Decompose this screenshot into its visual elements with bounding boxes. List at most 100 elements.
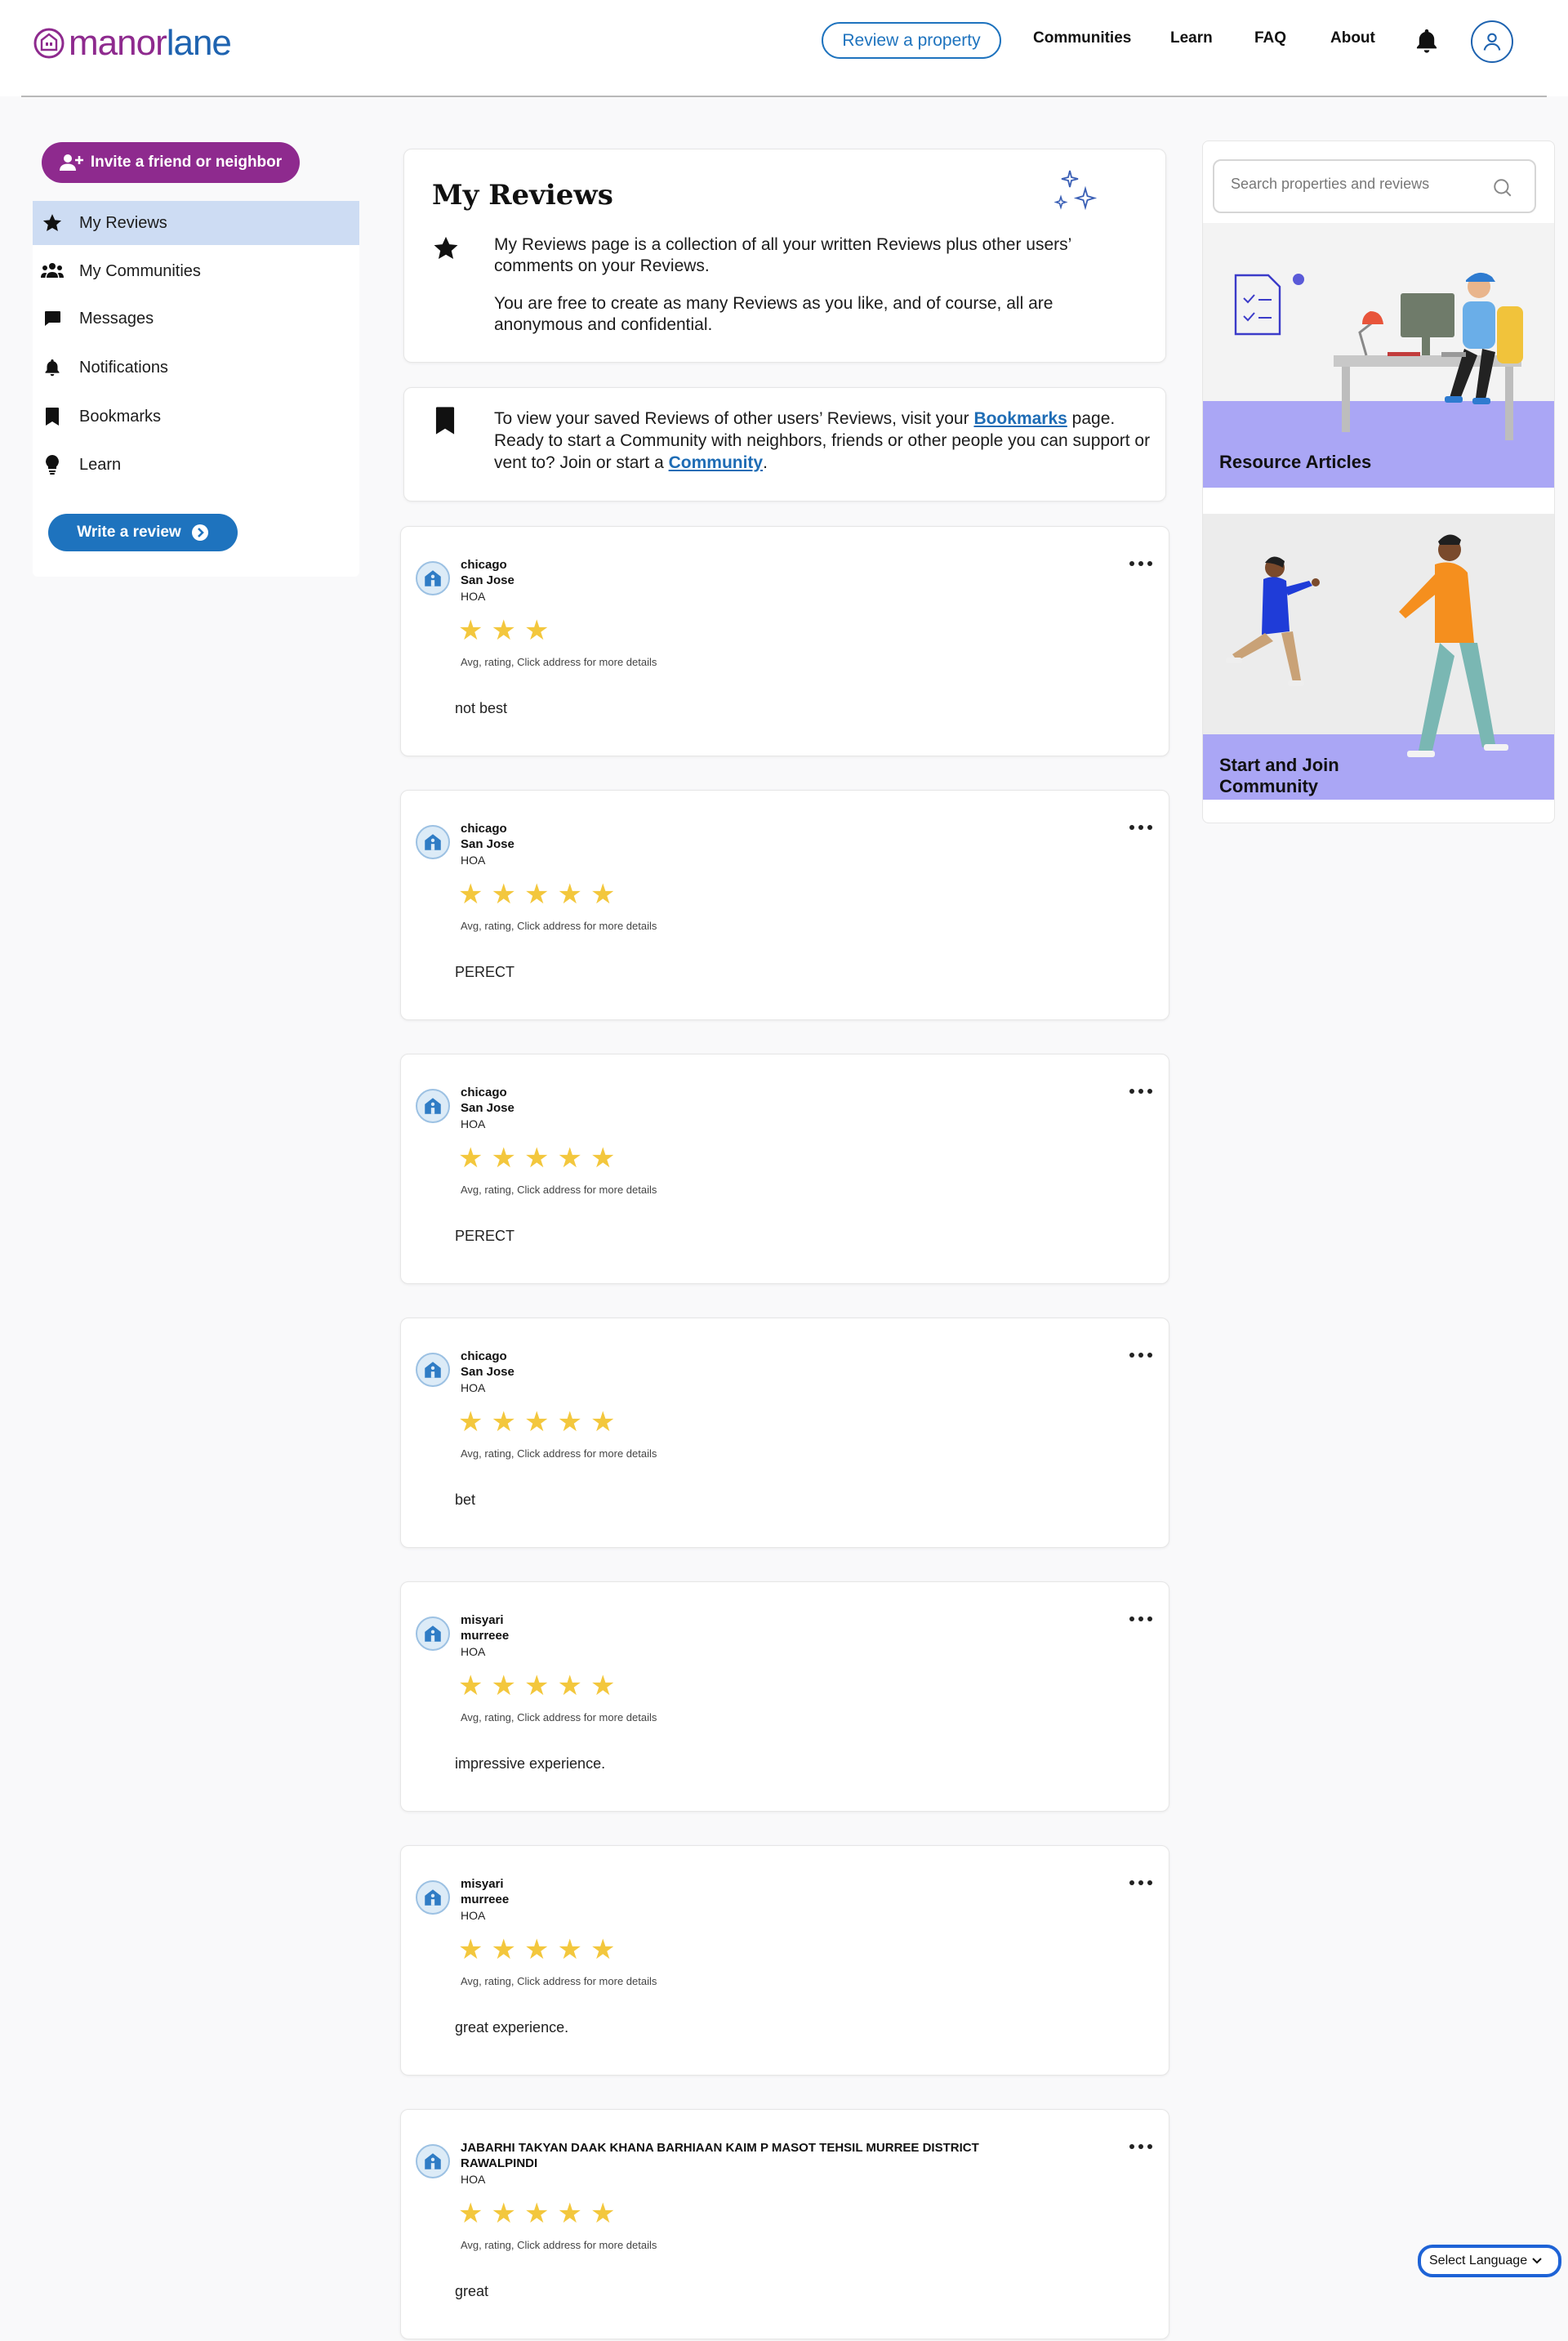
right-sidebar: Resource Articles Start and Join	[1202, 140, 1555, 823]
house-icon	[425, 570, 441, 586]
more-options-icon[interactable]	[1129, 2144, 1152, 2152]
review-card[interactable]: misyari murreee HOA ★ ★ ★ ★ ★ Avg, rating, Click…	[400, 1581, 1169, 1812]
sidebar-item-notifications[interactable]: Notifications	[33, 346, 359, 390]
bookmarks-link[interactable]: Bookmarks	[973, 409, 1067, 428]
nav-link-learn[interactable]: Learn	[1170, 29, 1213, 47]
house-icon	[425, 2153, 441, 2169]
community-link[interactable]: Community	[669, 453, 764, 472]
rating-star-icon: ★	[557, 1143, 582, 1174]
brand-name-part2: lane	[166, 23, 232, 63]
review-property-type: HOA	[461, 2173, 486, 2186]
review-address-line2[interactable]: RAWALPINDI	[461, 2156, 537, 2170]
rating-star-icon: ★	[590, 1934, 616, 1965]
chevron-down-icon	[1532, 2258, 1542, 2264]
rating-star-icon: ★	[491, 1934, 516, 1965]
review-card[interactable]: misyari murreee HOA ★ ★ ★ ★ ★ Avg, rating, Click…	[400, 1845, 1169, 2076]
review-card[interactable]: chicago San Jose HOA ★ ★ ★ ★ ★ Avg, rating, Clic…	[400, 1318, 1169, 1548]
review-text: not best	[455, 700, 508, 716]
review-property-button[interactable]: Review a property	[822, 22, 1001, 59]
property-avatar[interactable]	[416, 1616, 450, 1651]
top-header: manorlane Review a property Communities …	[0, 0, 1568, 96]
review-card[interactable]: chicago San Jose HOA ★ ★ ★ Avg, rating, Click …	[400, 526, 1169, 756]
review-address-line1[interactable]: misyari	[461, 1877, 504, 1891]
review-text: great	[455, 2283, 489, 2299]
rating-star-icon: ★	[491, 2198, 516, 2229]
review-address-line2[interactable]: San Jose	[461, 1101, 514, 1115]
more-options-icon[interactable]	[1129, 1880, 1152, 1888]
nav-link-about[interactable]: About	[1330, 29, 1375, 47]
start-join-community-card[interactable]: Start and Join Community	[1203, 514, 1554, 800]
house-icon	[425, 1362, 441, 1378]
rating-star-icon: ★	[590, 1670, 616, 1701]
property-avatar[interactable]	[416, 1089, 450, 1123]
review-address-line2[interactable]: San Jose	[461, 837, 514, 851]
star-icon	[434, 236, 458, 260]
property-avatar[interactable]	[416, 1353, 450, 1387]
house-logo-icon	[33, 28, 65, 59]
rating-star-icon: ★	[523, 615, 550, 646]
nav-link-faq[interactable]: FAQ	[1254, 29, 1286, 47]
nav-link-communities[interactable]: Communities	[1033, 29, 1131, 47]
review-address-line1[interactable]: chicago	[461, 558, 507, 572]
review-rating: ★ ★ ★ ★ ★	[458, 1408, 615, 1436]
property-avatar[interactable]	[416, 825, 450, 859]
user-account-button[interactable]	[1471, 20, 1513, 63]
desk-worker-illustration	[1203, 272, 1554, 488]
invite-friend-button[interactable]: Invite a friend or neighbor	[42, 142, 300, 183]
bell-icon	[41, 356, 64, 379]
rating-star-icon: ★	[523, 1934, 550, 1965]
rating-star-icon: ★	[557, 879, 582, 910]
write-review-button[interactable]: Write a review	[48, 514, 238, 551]
more-options-icon[interactable]	[1129, 1353, 1152, 1361]
review-address-line1[interactable]: chicago	[461, 1349, 507, 1363]
bookmark-icon	[41, 405, 64, 428]
review-property-type: HOA	[461, 590, 486, 603]
bell-icon[interactable]	[1413, 27, 1441, 55]
review-property-type: HOA	[461, 1645, 486, 1658]
review-address-line2[interactable]: San Jose	[461, 1365, 514, 1379]
review-card[interactable]: chicago San Jose HOA ★ ★ ★ ★ ★ Avg, rating, Clic…	[400, 790, 1169, 1020]
property-avatar[interactable]	[416, 1880, 450, 1915]
more-options-icon[interactable]	[1129, 561, 1152, 569]
language-select-label: Select Language	[1429, 2254, 1528, 2267]
review-card[interactable]: chicago San Jose HOA ★ ★ ★ ★ ★ Avg, rating, Clic…	[400, 1054, 1169, 1284]
sidebar-item-label: Notifications	[79, 358, 168, 377]
sidebar-item-my-reviews[interactable]: My Reviews	[33, 201, 359, 245]
review-address-line1[interactable]: JABARHI TAKYAN DAAK KHANA BARHIAAN KAIM …	[461, 2141, 979, 2155]
property-avatar[interactable]	[416, 2144, 450, 2178]
resource-articles-card[interactable]: Resource Articles	[1203, 223, 1554, 488]
more-options-icon[interactable]	[1129, 1089, 1152, 1097]
language-select[interactable]: Select Language	[1418, 2245, 1561, 2277]
rating-star-icon: ★	[458, 1934, 483, 1965]
review-card[interactable]: JABARHI TAKYAN DAAK KHANA BARHIAAN KAIM …	[400, 2109, 1169, 2339]
review-address-line2[interactable]: murreee	[461, 1629, 509, 1643]
review-address-line2[interactable]: San Jose	[461, 573, 514, 587]
more-options-icon[interactable]	[1129, 1616, 1152, 1625]
rating-star-icon: ★	[458, 2198, 483, 2229]
sidebar-item-bookmarks[interactable]: Bookmarks	[33, 395, 359, 439]
review-address-line1[interactable]: chicago	[461, 1086, 507, 1099]
community-card-title: Start and Join Community	[1219, 755, 1339, 797]
rating-star-icon: ★	[458, 1143, 483, 1174]
rating-star-icon: ★	[590, 1143, 616, 1174]
more-options-icon[interactable]	[1129, 825, 1152, 833]
sidebar-item-my-communities[interactable]: My Communities	[33, 249, 359, 293]
review-address-line1[interactable]: misyari	[461, 1613, 504, 1627]
bookmarks-info-card: To view your saved Reviews of other user…	[403, 387, 1166, 502]
sidebar-item-label: Bookmarks	[79, 407, 162, 426]
property-avatar[interactable]	[416, 561, 450, 595]
house-icon	[425, 1889, 441, 1906]
sidebar-item-messages[interactable]: Messages	[33, 297, 359, 341]
brand-logo[interactable]: manorlane	[33, 23, 232, 64]
search-icon[interactable]	[1492, 177, 1513, 198]
sidebar-item-label: My Reviews	[79, 213, 167, 232]
sidebar-item-label: My Communities	[79, 261, 201, 280]
header-divider	[21, 96, 1547, 97]
review-address-line2[interactable]: murreee	[461, 1893, 509, 1906]
review-address-line1[interactable]: chicago	[461, 822, 507, 836]
sidebar-item-learn[interactable]: Learn	[33, 443, 359, 487]
review-property-type: HOA	[461, 1117, 486, 1130]
rating-star-icon: ★	[458, 1407, 483, 1438]
rating-star-icon: ★	[458, 615, 483, 646]
search-input[interactable]	[1231, 176, 1492, 193]
